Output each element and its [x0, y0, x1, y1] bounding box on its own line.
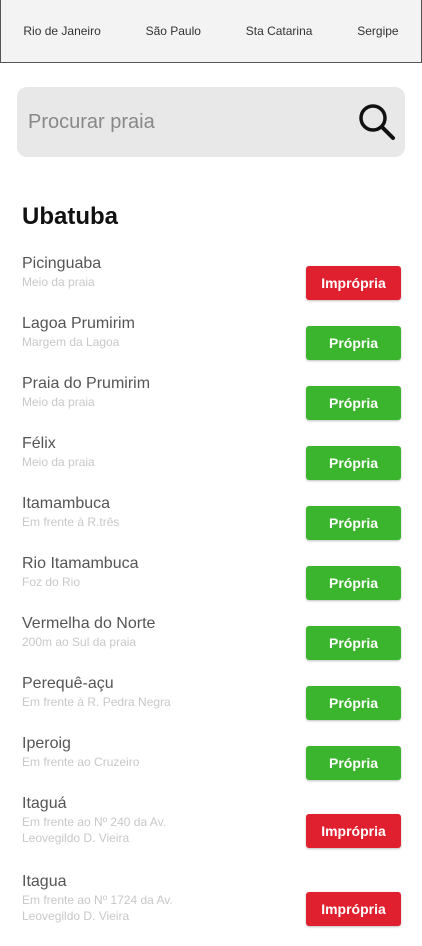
- beach-location: Foz do Rio: [22, 575, 81, 589]
- list-item[interactable]: Picinguaba Meio da praia Imprópria: [0, 254, 422, 310]
- list-item[interactable]: Perequê-açu Em frente à R. Pedra Negra P…: [0, 674, 422, 730]
- list-item[interactable]: Rio Itamambuca Foz do Rio Própria: [0, 554, 422, 610]
- status-badge: Imprópria: [306, 814, 401, 848]
- search-input[interactable]: [28, 110, 328, 134]
- list-item[interactable]: Iperoig Em frente ao Cruzeiro Própria: [0, 734, 422, 790]
- status-badge: Própria: [306, 326, 401, 360]
- tab-sta-catarina[interactable]: Sta Catarina: [242, 18, 317, 44]
- list-item[interactable]: Praia do Prumirim Meio da praia Própria: [0, 374, 422, 430]
- beach-location: Em frente à R. Pedra Negra: [22, 695, 171, 709]
- beach-location: Em frente ao Cruzeiro: [22, 755, 140, 769]
- beach-location: Margem da Lagoa: [22, 335, 120, 349]
- tab-sao-paulo[interactable]: São Paulo: [142, 18, 205, 44]
- status-badge: Própria: [306, 686, 401, 720]
- list-item[interactable]: Lagoa Prumirim Margem da Lagoa Própria: [0, 314, 422, 370]
- list-item[interactable]: Itaguá Em frente ao Nº 240 da Av. Leoveg…: [0, 794, 422, 868]
- beach-location: Em frente à R.três: [22, 515, 120, 529]
- beach-name: Itagua: [22, 873, 67, 890]
- status-badge: Própria: [306, 746, 401, 780]
- beach-location: Meio da praia: [22, 455, 95, 469]
- state-tabs: Rio de Janeiro São Paulo Sta Catarina Se…: [0, 0, 422, 63]
- list-item[interactable]: Itagua Em frente ao Nº 1724 da Av. Leove…: [0, 872, 422, 946]
- search-icon[interactable]: [357, 102, 397, 142]
- status-badge: Própria: [306, 566, 401, 600]
- status-badge: Própria: [306, 386, 401, 420]
- list-item[interactable]: Félix Meio da praia Própria: [0, 434, 422, 490]
- city-title: Ubatuba: [22, 203, 118, 230]
- beach-name: Itaguá: [22, 795, 67, 812]
- tab-rio-de-janeiro[interactable]: Rio de Janeiro: [19, 18, 104, 44]
- beach-list: Picinguaba Meio da praia Imprópria Lagoa…: [0, 250, 422, 946]
- list-item[interactable]: Itamambuca Em frente à R.três Própria: [0, 494, 422, 550]
- status-badge: Imprópria: [306, 892, 401, 926]
- beach-location: Em frente ao Nº 240 da Av. Leovegildo D.…: [22, 815, 167, 845]
- list-item[interactable]: Vermelha do Norte 200m ao Sul da praia P…: [0, 614, 422, 670]
- tab-sergipe[interactable]: Sergipe: [353, 18, 402, 44]
- status-badge: Própria: [306, 626, 401, 660]
- beach-location: Em frente ao Nº 1724 da Av. Leovegildo D…: [22, 893, 173, 923]
- status-badge: Própria: [306, 446, 401, 480]
- beach-location: Meio da praia: [22, 275, 95, 289]
- status-badge: Imprópria: [306, 266, 401, 300]
- beach-location: Meio da praia: [22, 395, 95, 409]
- beach-location: 200m ao Sul da praia: [22, 635, 137, 649]
- status-badge: Própria: [306, 506, 401, 540]
- search-bar: [17, 87, 405, 157]
